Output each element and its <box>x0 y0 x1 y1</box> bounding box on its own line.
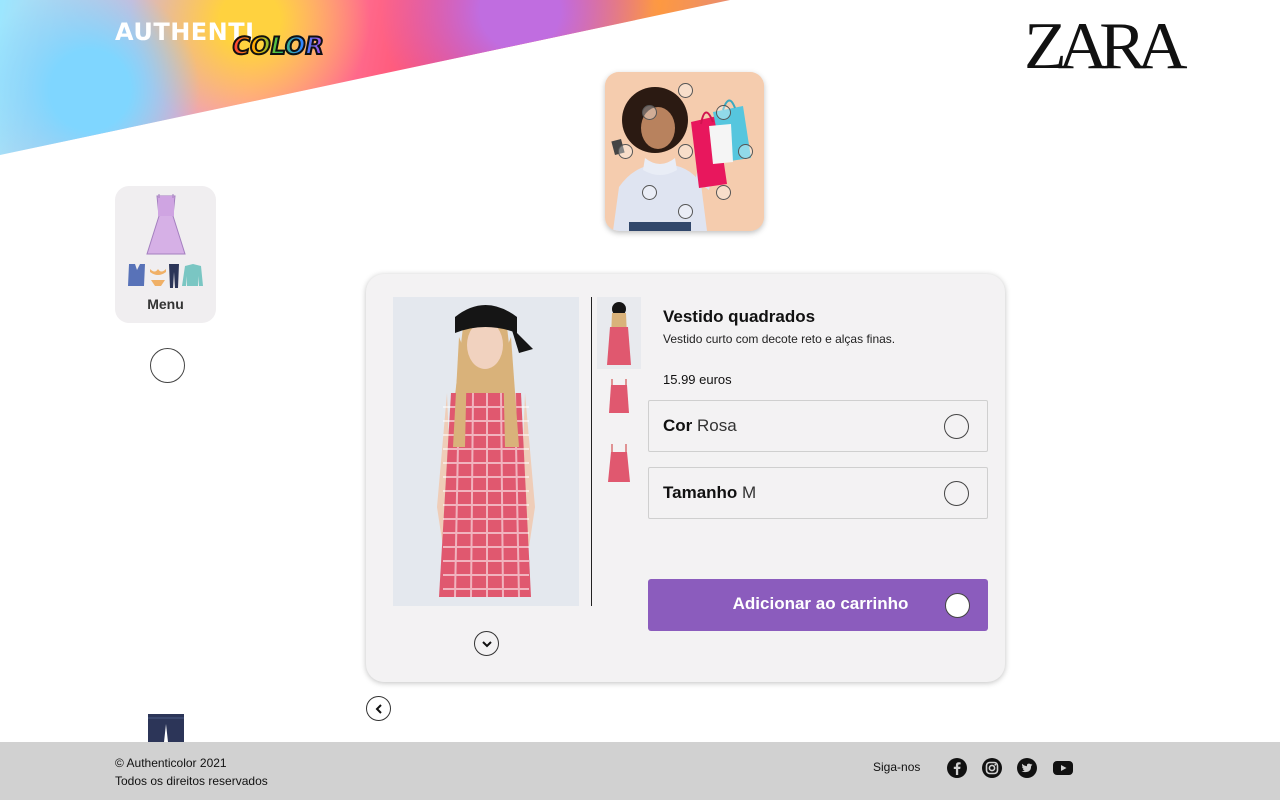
jeans-peek-icon <box>148 714 184 742</box>
color-selector-text: Cor Rosa <box>663 416 737 436</box>
color-value: Rosa <box>697 416 737 435</box>
hotspot-1[interactable] <box>678 83 693 98</box>
chevron-down-icon[interactable] <box>474 631 499 656</box>
hotspot-4[interactable] <box>618 144 633 159</box>
product-card: Vestido quadrados Vestido curto com deco… <box>366 274 1005 682</box>
footer: © Authenticolor 2021 Todos os direitos r… <box>0 742 1280 800</box>
thumbnail-back-view <box>597 297 641 369</box>
menu-button[interactable]: Menu <box>115 186 216 323</box>
hotspot-3[interactable] <box>716 105 731 120</box>
size-value: M <box>742 483 757 502</box>
add-to-cart-circle <box>945 593 970 618</box>
model-dress-image <box>393 297 579 606</box>
thumbnail-dress-detail <box>597 422 641 494</box>
twitter-icon[interactable] <box>1016 757 1038 779</box>
add-to-cart-button[interactable]: Adicionar ao carrinho <box>648 579 988 631</box>
color-label: Cor <box>663 416 697 435</box>
product-main-photo[interactable] <box>393 297 579 606</box>
chevron-left-icon[interactable] <box>366 696 391 721</box>
thumbnail-dress-flat <box>597 371 641 417</box>
color-selector-circle[interactable] <box>944 414 969 439</box>
product-price: 15.99 euros <box>663 372 732 387</box>
menu-label: Menu <box>147 296 184 312</box>
product-title: Vestido quadrados <box>663 307 816 326</box>
thumbnail-3[interactable] <box>597 422 641 494</box>
add-to-cart-label: Adicionar ao carrinho <box>732 594 909 613</box>
hotspot-5[interactable] <box>678 144 693 159</box>
hotspot-7[interactable] <box>642 185 657 200</box>
size-selector-text: Tamanho M <box>663 483 756 503</box>
size-selector-circle[interactable] <box>944 481 969 506</box>
footer-copyright: © Authenticolor 2021 <box>115 756 227 770</box>
footer-rights: Todos os direitos reservados <box>115 774 268 788</box>
hotspot-9[interactable] <box>678 204 693 219</box>
youtube-icon[interactable] <box>1052 757 1074 779</box>
instagram-icon[interactable] <box>981 757 1003 779</box>
thumbnail-1[interactable] <box>597 297 641 369</box>
hotspot-2[interactable] <box>642 105 657 120</box>
product-description: Vestido curto com decote reto e alças fi… <box>663 332 896 346</box>
footer-follow-label: Siga-nos <box>873 760 921 774</box>
hotspot-6[interactable] <box>738 144 753 159</box>
size-selector[interactable]: Tamanho M <box>648 467 988 519</box>
thumbnail-divider <box>591 297 592 606</box>
facebook-icon[interactable] <box>946 757 968 779</box>
clothes-menu-icon <box>128 194 203 288</box>
menu-toggle-circle[interactable] <box>150 348 185 383</box>
authenticolor-logo[interactable]: AUTHENTI COLOR <box>115 18 325 68</box>
zara-logo[interactable]: ZARA <box>1024 13 1188 79</box>
hero-shopping-image <box>605 72 764 231</box>
logo-text-color: COLOR <box>232 31 325 61</box>
color-selector[interactable]: Cor Rosa <box>648 400 988 452</box>
size-label: Tamanho <box>663 483 743 502</box>
hotspot-8[interactable] <box>716 185 731 200</box>
